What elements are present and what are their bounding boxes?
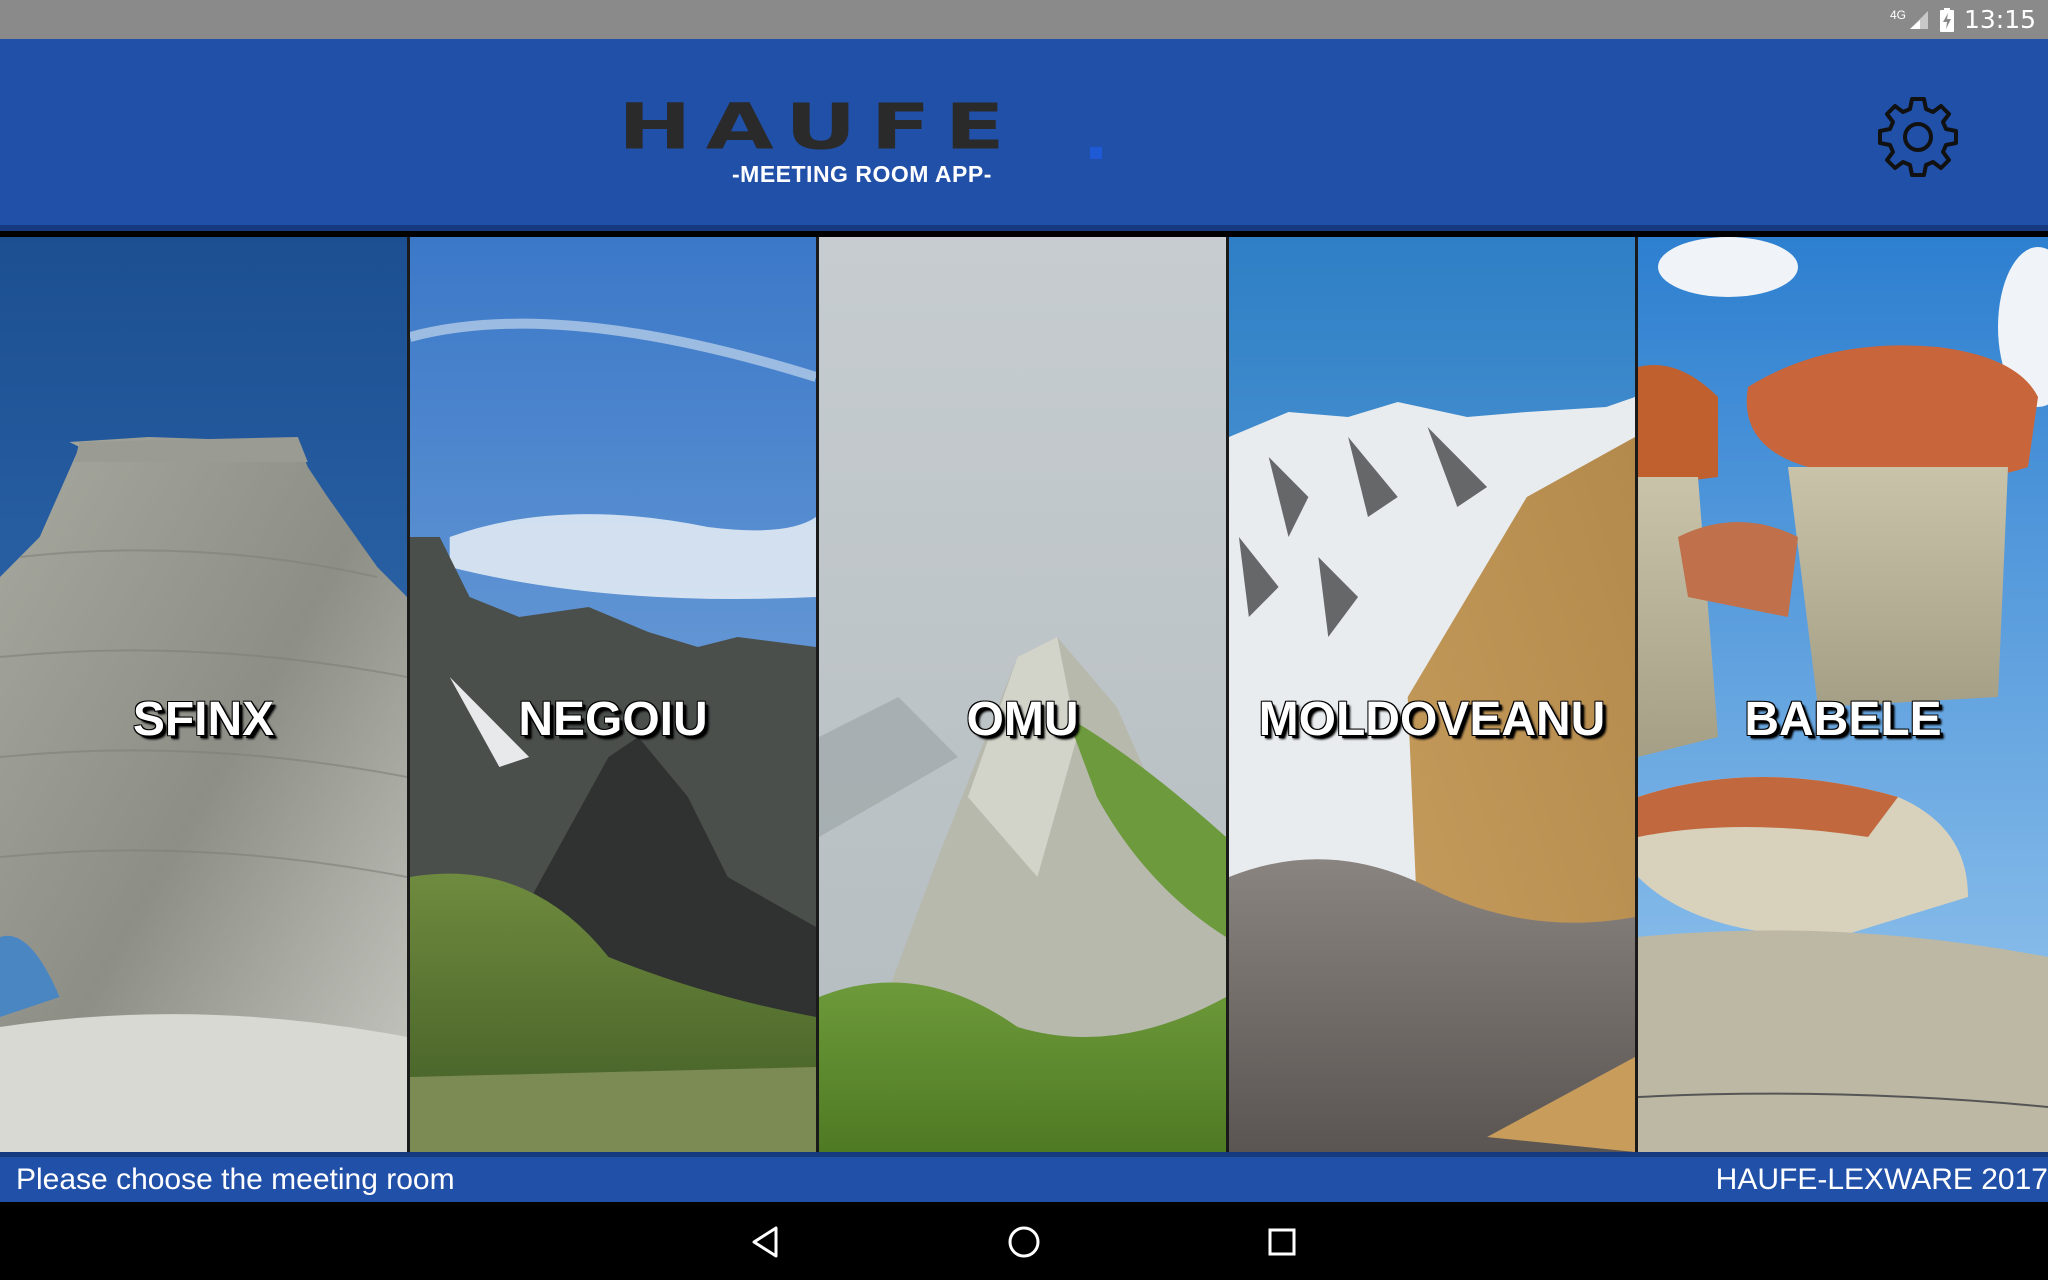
back-triangle-icon[interactable]	[746, 1222, 786, 1262]
clock: 13:15	[1963, 5, 2036, 34]
home-circle-icon[interactable]	[1004, 1222, 1044, 1262]
room-tile-sfinx[interactable]: SFINX	[0, 237, 410, 1152]
recents-square-icon[interactable]	[1262, 1222, 1302, 1262]
footer-copyright: HAUFE-LEXWARE 2017	[1715, 1162, 2048, 1196]
system-nav-bar	[0, 1202, 2048, 1280]
gear-icon	[1878, 97, 1958, 177]
room-label: BABELE	[1744, 693, 1942, 746]
footer-bar: Please choose the meeting room HAUFE-LEX…	[0, 1152, 2048, 1202]
app-subtitle: -MEETING ROOM APP-	[732, 161, 992, 187]
room-tile-omu[interactable]: OMU	[819, 237, 1229, 1152]
battery-charging-icon	[1939, 7, 1954, 32]
haufe-logo: HAUFE -MEETING ROOM APP-	[618, 95, 1108, 199]
room-tile-babele[interactable]: BABELE	[1638, 237, 2048, 1152]
app-header: HAUFE -MEETING ROOM APP-	[0, 39, 2048, 231]
room-label: OMU	[966, 693, 1079, 746]
room-label: SFINX	[132, 693, 275, 746]
room-selector: SFINX NEGOIU OMU MOLDOVEANU BABELE	[0, 237, 2048, 1152]
room-tile-negoiu[interactable]: NEGOIU	[410, 237, 819, 1152]
logo-wordmark: HAUFE	[618, 89, 1019, 164]
footer-prompt: Please choose the meeting room	[16, 1162, 455, 1196]
network-type: 4G	[1889, 8, 1906, 22]
room-tile-moldoveanu[interactable]: MOLDOVEANU	[1229, 237, 1638, 1152]
room-label: NEGOIU	[518, 693, 708, 746]
room-label: MOLDOVEANU	[1258, 693, 1606, 746]
status-bar: 4G 13:15	[0, 0, 2048, 39]
logo-dot	[1090, 147, 1102, 159]
settings-button[interactable]	[1872, 91, 1964, 183]
signal-icon	[1909, 10, 1928, 29]
